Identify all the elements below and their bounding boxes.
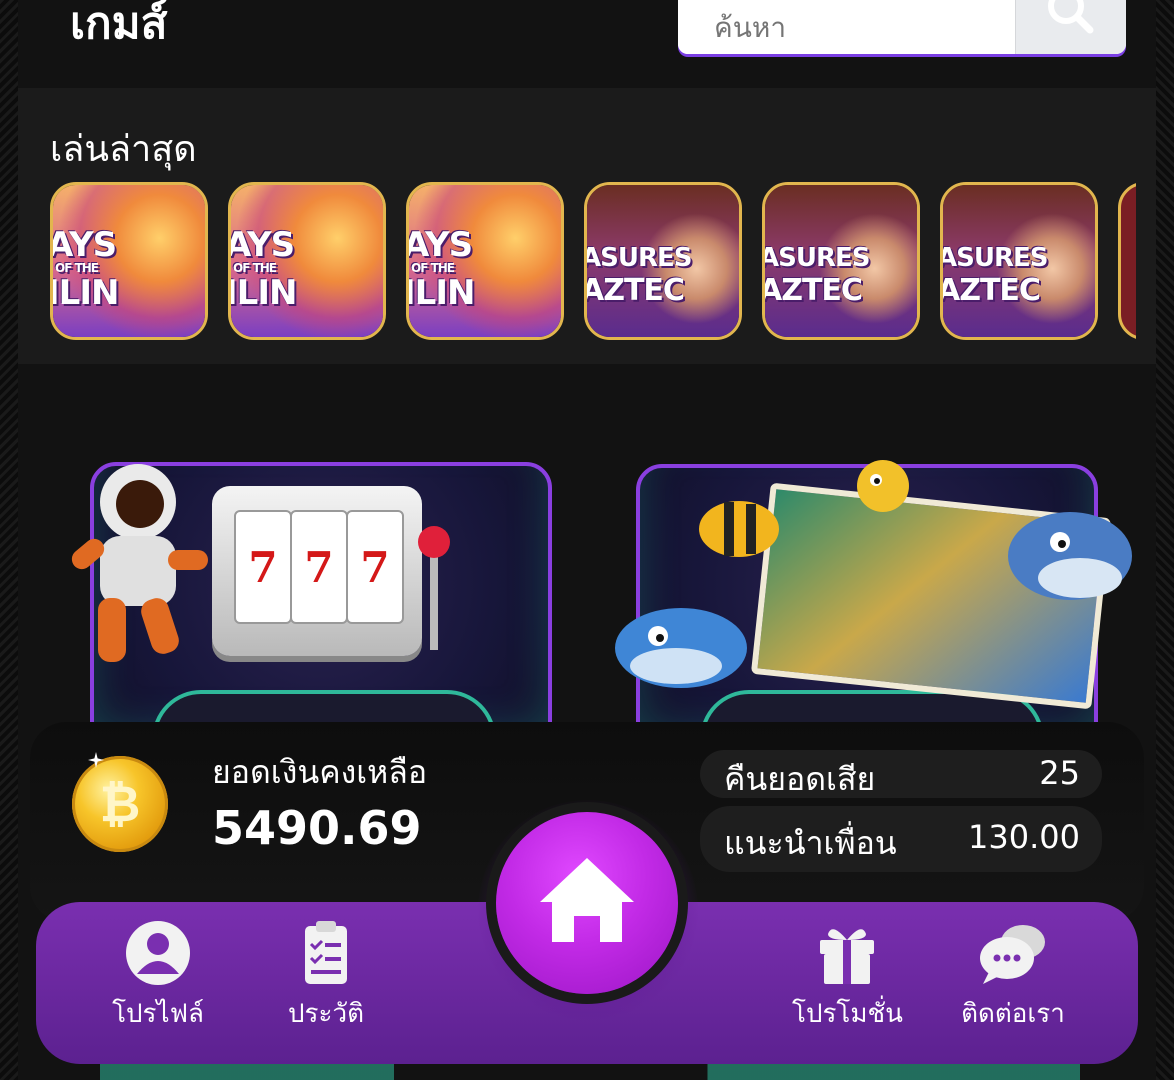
nav-contact[interactable]: ติดต่อเรา: [958, 918, 1068, 1030]
game-tile-ways-of-the-qilin[interactable]: AYS OF THE ILIN: [228, 182, 386, 340]
slot-lever-ball: [418, 526, 450, 558]
game-title-line: ASURES: [762, 243, 870, 273]
game-tile-ways-of-the-qilin[interactable]: AYS OF THE ILIN: [406, 182, 564, 340]
balance-value: 5490.69: [212, 801, 422, 855]
game-title-line: ASURES: [940, 243, 1048, 273]
nav-promotion[interactable]: โปรโมชั่น: [792, 918, 903, 1030]
game-tile-treasures-of-aztec[interactable]: ASURES AZTEC: [584, 182, 742, 340]
game-title-line: ILIN: [228, 273, 297, 313]
game-title-line: AZTEC: [762, 273, 863, 308]
left-backdrop: [0, 0, 18, 1080]
recent-games-title: เล่นล่าสุด: [50, 129, 197, 170]
slot-reel: 7: [290, 510, 348, 624]
cashback-value: 25: [1039, 754, 1080, 792]
shark-illustration: [615, 608, 747, 688]
game-title-line: ASURES: [584, 243, 692, 273]
game-tile-ways-of-the-qilin[interactable]: AYS OF THE ILIN: [50, 182, 208, 340]
cashback-label: คืนยอดเสีย: [724, 760, 876, 798]
recent-games-list: AYS OF THE ILIN AYS OF THE ILIN AYS OF T…: [50, 180, 1136, 346]
home-button[interactable]: [496, 812, 678, 994]
cashback-stat[interactable]: คืนยอดเสีย 25: [700, 750, 1102, 798]
chat-bubbles-icon: [980, 925, 1045, 984]
game-tile-treasures-of-aztec[interactable]: ASURES AZTEC: [940, 182, 1098, 340]
user-icon: [126, 921, 190, 985]
nav-promotion-label: โปรโมชั่น: [792, 999, 903, 1029]
nav-history-label: ประวัติ: [288, 999, 364, 1029]
slot-reel: 7: [234, 510, 292, 624]
referral-label: แนะนำเพื่อน: [724, 824, 897, 862]
game-title-line: AZTEC: [584, 273, 685, 308]
balance-label: ยอดเงินคงเหลือ: [212, 753, 428, 791]
game-title-line: AYS: [406, 225, 473, 265]
bitcoin-coin-icon: ₿: [72, 756, 168, 852]
game-title-line: AYS: [228, 225, 295, 265]
fish-illustration: [699, 501, 779, 557]
nav-profile[interactable]: โปรไฟล์: [108, 918, 208, 1030]
game-title-line: AYS: [50, 225, 117, 265]
nav-profile-label: โปรไฟล์: [112, 999, 204, 1029]
slot-reel: 7: [346, 510, 404, 624]
coin-symbol: ₿: [99, 775, 141, 833]
referral-stat[interactable]: แนะนำเพื่อน 130.00: [700, 806, 1102, 872]
referral-value: 130.00: [968, 818, 1080, 856]
search-input[interactable]: [678, 0, 1014, 54]
lower-cards-peek: [100, 1064, 1080, 1080]
game-title-line: ILIN: [50, 273, 119, 313]
game-title-line: ILIN: [406, 273, 475, 313]
game-title-line: AZTEC: [940, 273, 1041, 308]
gift-icon: [820, 929, 874, 984]
right-backdrop: [1156, 0, 1174, 1080]
nav-history[interactable]: ประวัติ: [276, 918, 376, 1030]
clipboard-icon: [305, 921, 347, 984]
page-title: เกมส์: [70, 0, 168, 49]
search-button[interactable]: [1015, 0, 1126, 54]
recent-games-section: เล่นล่าสุด AYS OF THE ILIN AYS OF THE IL…: [18, 88, 1156, 364]
astronaut-illustration: [71, 464, 208, 662]
nav-contact-label: ติดต่อเรา: [961, 999, 1065, 1029]
game-tile-partial[interactable]: [1118, 182, 1136, 340]
home-icon: [540, 858, 634, 942]
search-icon: [1048, 0, 1094, 34]
slot-machine-illustration: 7 7 7: [212, 486, 422, 656]
search-box: [678, 0, 1126, 54]
pufferfish-illustration: [857, 460, 909, 512]
header: เกมส์: [18, 0, 1156, 86]
shark-illustration: [1008, 512, 1132, 600]
game-tile-treasures-of-aztec[interactable]: ASURES AZTEC: [762, 182, 920, 340]
